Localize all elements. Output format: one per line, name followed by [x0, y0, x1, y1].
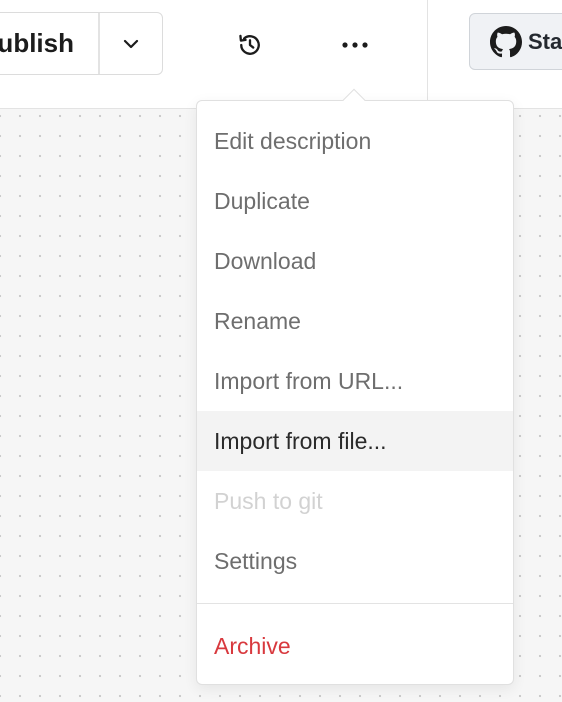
- publish-options-toggle[interactable]: [100, 13, 162, 74]
- github-icon: [490, 25, 522, 57]
- menu-item-settings[interactable]: Settings: [197, 531, 513, 591]
- menu-item-import-from-file[interactable]: Import from file...: [197, 411, 513, 471]
- star-label: Star: [528, 28, 562, 54]
- menu-item-push-to-git: Push to git: [214, 487, 323, 514]
- more-options-menu: Edit description Duplicate Download Rena…: [196, 100, 514, 685]
- top-toolbar: Publish Star: [0, 0, 562, 109]
- menu-item-archive[interactable]: Archive: [197, 616, 513, 676]
- menu-divider: [197, 603, 513, 604]
- chevron-down-icon: [123, 39, 139, 48]
- more-horizontal-icon: [342, 42, 368, 48]
- menu-item-duplicate[interactable]: Duplicate: [197, 171, 513, 231]
- history-icon: [239, 34, 260, 55]
- github-star-button[interactable]: Star: [469, 13, 562, 70]
- menu-item-rename[interactable]: Rename: [197, 291, 513, 351]
- publish-button[interactable]: Publish: [0, 13, 100, 74]
- publish-button-group: Publish: [0, 12, 163, 75]
- menu-item-edit-description[interactable]: Edit description: [197, 111, 513, 171]
- menu-item-download[interactable]: Download: [197, 231, 513, 291]
- toolbar-divider: [427, 0, 428, 101]
- more-options-button[interactable]: [336, 28, 374, 62]
- menu-item-import-from-url[interactable]: Import from URL...: [197, 351, 513, 411]
- history-button[interactable]: [233, 28, 267, 62]
